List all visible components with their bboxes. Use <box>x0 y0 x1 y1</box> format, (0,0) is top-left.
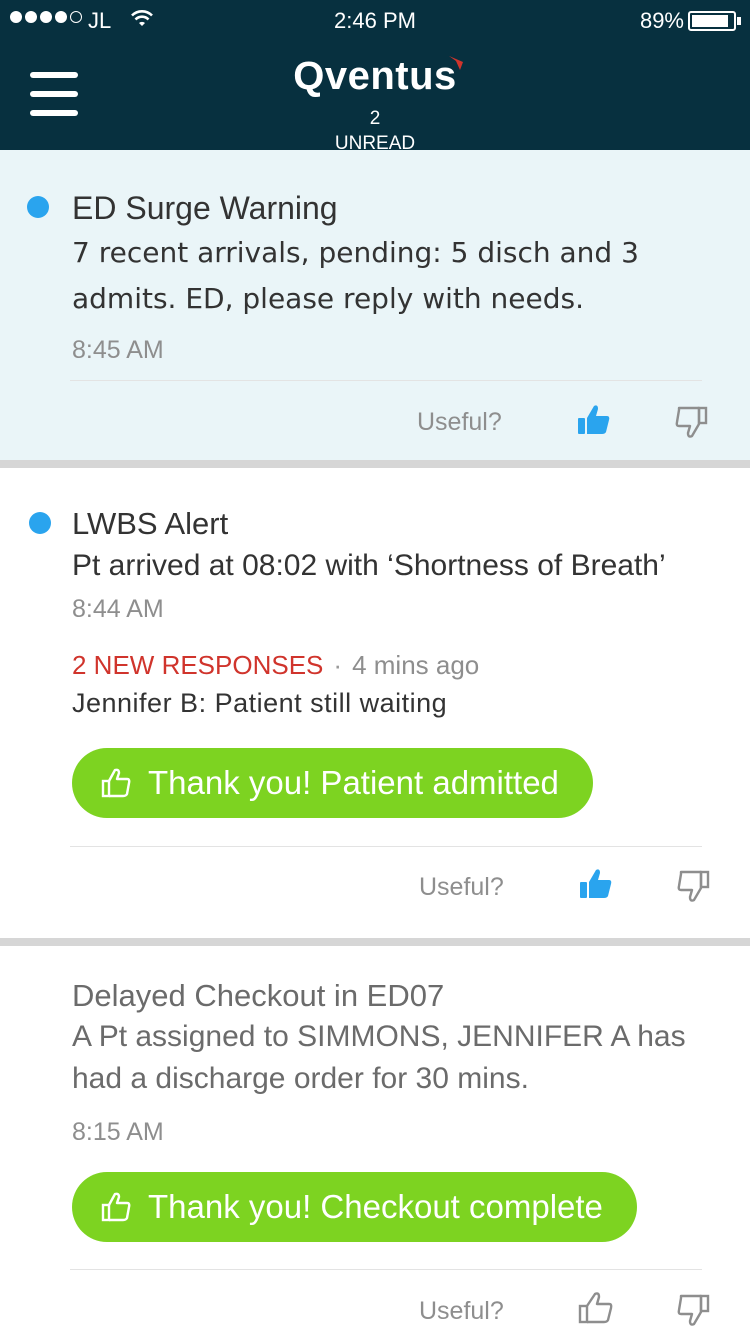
useful-label: Useful? <box>419 873 504 901</box>
alert-title: LWBS Alert <box>72 506 229 541</box>
clock: 2:46 PM <box>334 8 416 33</box>
thumbs-down-icon[interactable] <box>673 404 709 440</box>
unread-label: UNREAD <box>334 133 416 150</box>
status-bar: JL 2:46 PM 89% <box>0 0 750 40</box>
useful-label: Useful? <box>419 1297 504 1325</box>
new-responses-line[interactable]: 2 NEW RESPONSES · 4 mins ago <box>72 650 479 681</box>
alert-card-delayed-checkout[interactable]: Delayed Checkout in ED07 A Pt assigned t… <box>0 946 750 1334</box>
thumbs-up-icon <box>101 1192 131 1222</box>
thumbs-down-icon[interactable] <box>675 1292 711 1328</box>
thumbs-up-icon[interactable] <box>576 402 612 438</box>
thumbs-up-icon <box>101 768 131 798</box>
app-header: JL 2:46 PM 89% Qventus 2 UNREAD <box>0 0 750 150</box>
latest-response-message: Jennifer B: Patient still waiting <box>72 688 448 718</box>
thumbs-up-icon[interactable] <box>578 866 614 902</box>
alert-body: 7 recent arrivals, pending: 5 disch and … <box>72 236 639 315</box>
unread-dot <box>29 512 51 534</box>
unread-dot <box>27 196 49 218</box>
responses-time: 4 mins ago <box>352 650 480 680</box>
patient-admitted-button[interactable]: Thank you! Patient admitted <box>72 748 593 818</box>
battery-icon <box>688 11 736 31</box>
alert-time: 8:44 AM <box>72 595 164 623</box>
card-separator <box>0 938 750 946</box>
divider <box>70 846 702 847</box>
responses-separator: · <box>333 650 343 680</box>
alert-time: 8:15 AM <box>72 1118 164 1146</box>
checkout-complete-button[interactable]: Thank you! Checkout complete <box>72 1172 637 1242</box>
unread-count: 2 <box>369 108 381 129</box>
battery-nub <box>737 17 741 25</box>
alert-body: Pt arrived at 08:02 with ‘Shortness of B… <box>72 549 666 582</box>
alert-card-ed-surge[interactable]: ED Surge Warning 7 recent arrivals, pend… <box>0 150 750 460</box>
alert-card-lwbs[interactable]: LWBS Alert Pt arrived at 08:02 with ‘Sho… <box>0 468 750 938</box>
button-label: Thank you! Checkout complete <box>148 1188 603 1225</box>
app-logo: Qventus <box>293 54 457 98</box>
divider <box>70 380 702 381</box>
alert-title: Delayed Checkout in ED07 <box>72 978 445 1013</box>
thumbs-up-icon[interactable] <box>578 1290 614 1326</box>
alert-body: A Pt assigned to SIMMONS, JENNIFER A has… <box>72 1020 686 1095</box>
button-label: Thank you! Patient admitted <box>148 764 559 801</box>
new-responses-count: 2 NEW RESPONSES <box>72 650 324 680</box>
battery-percent: 89% <box>639 8 684 33</box>
divider <box>70 1269 702 1270</box>
logo-accent-mark <box>449 56 463 70</box>
card-separator <box>0 460 750 468</box>
useful-label: Useful? <box>417 408 502 436</box>
thumbs-down-icon[interactable] <box>675 868 711 904</box>
alert-title: ED Surge Warning <box>72 190 338 226</box>
alert-time: 8:45 AM <box>72 336 164 364</box>
